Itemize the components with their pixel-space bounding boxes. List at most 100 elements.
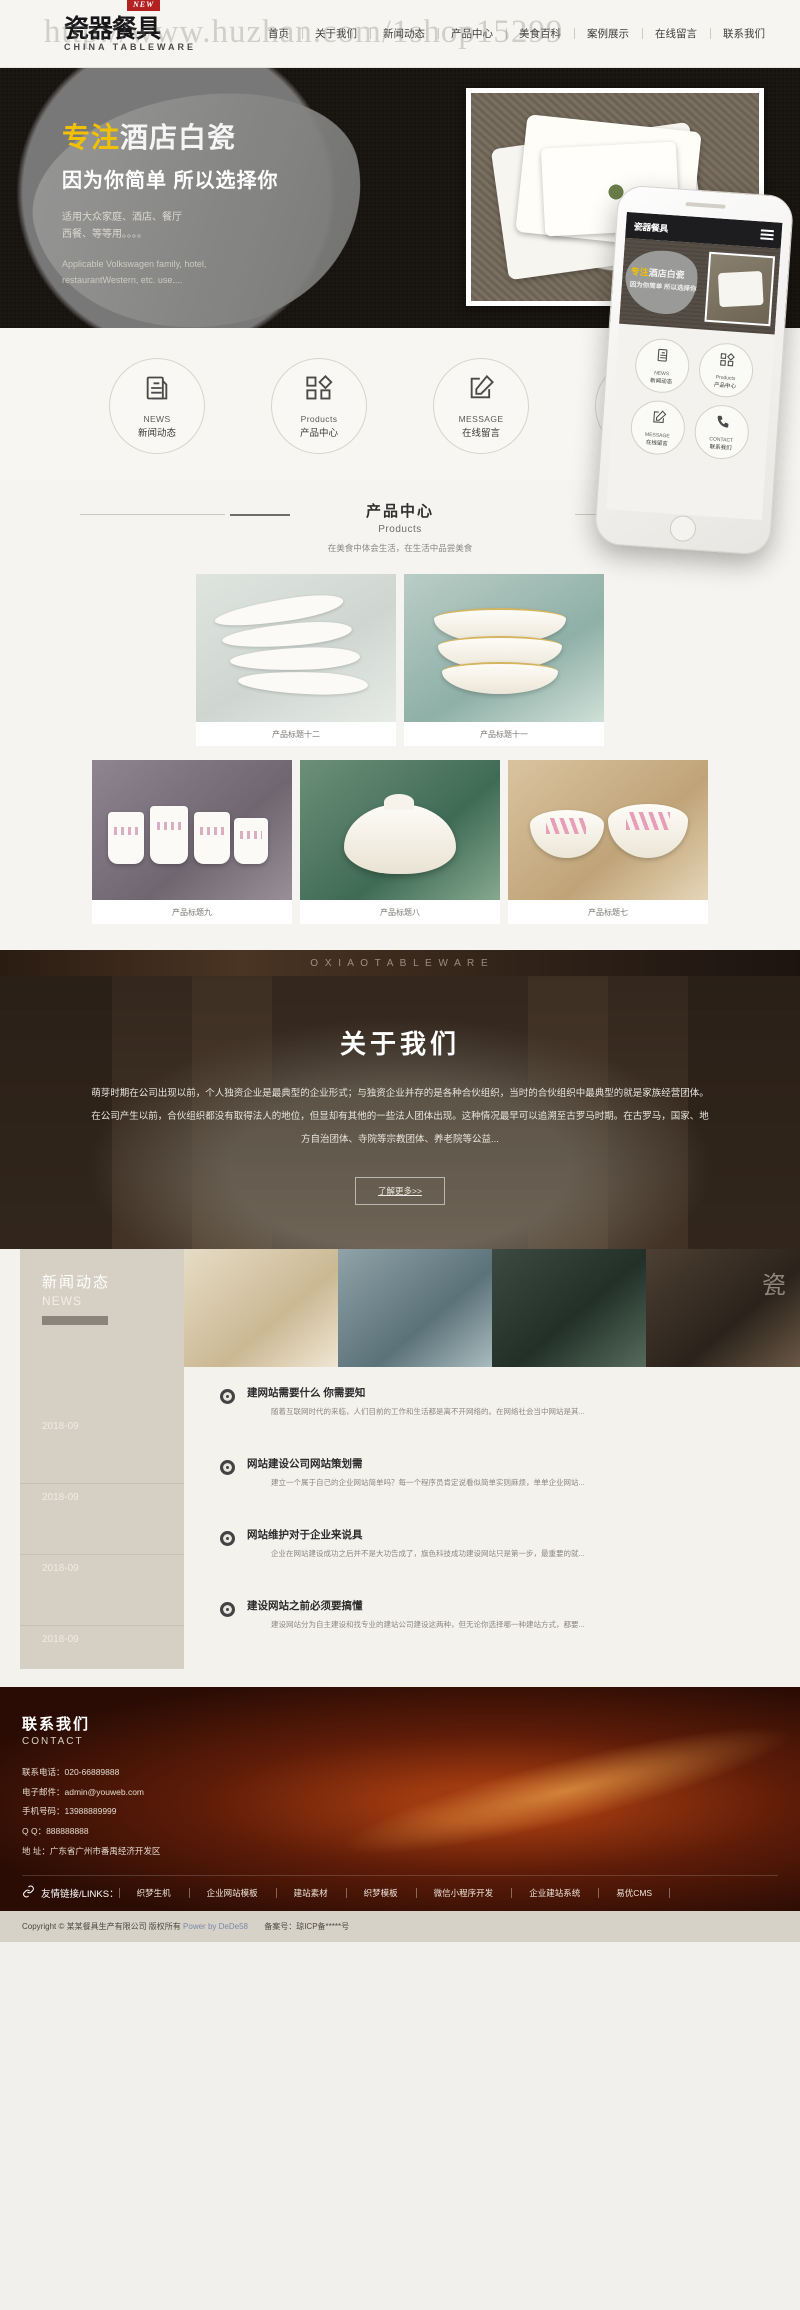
- nav-item-cases[interactable]: 案例展示: [574, 26, 642, 41]
- news-item-desc: 随着互联网时代的来临，人们目前的工作和生活都是离不开网络的。在网络社会当中网站是…: [271, 1407, 585, 1417]
- footer-address: 地 址：广东省广州市番禺经济开发区: [22, 1845, 161, 1856]
- news-item-title: 网站建设公司网站策划需: [247, 1458, 363, 1471]
- footer-contact-list: 联系电话：020-66889888 电子邮件：admin@youweb.com …: [22, 1763, 778, 1861]
- about-section: 关于我们 萌芽时期在公司出现以前，个人独资企业是最典型的企业形式；与独资企业并存…: [0, 976, 800, 1250]
- footer-title-cn: 联系我们: [22, 1716, 91, 1734]
- banner-desc-cn-1: 适用大众家庭、酒店、餐厅: [62, 211, 182, 223]
- banner-title-rest: 酒店白瓷: [120, 122, 237, 153]
- news-photo: [338, 1249, 492, 1368]
- footer-phone: 联系电话：020-66889888: [22, 1767, 120, 1778]
- feature-news[interactable]: NEWS 新闻动态: [109, 358, 205, 454]
- phone-feature-contact[interactable]: CONTACT 联系我们: [692, 403, 751, 461]
- product-card[interactable]: 产品标题八: [300, 760, 500, 924]
- news-item-desc: 建立一个属于自己的企业网站简单吗？每一个程序员肯定说看似简单实则麻烦，单单企业网…: [271, 1478, 585, 1488]
- phone-speaker: [685, 202, 726, 209]
- phone-banner: 专注酒店白瓷 因为你简单 所以选择你: [619, 237, 781, 335]
- phone-feature-circles: NEWS 新闻动态 Products 产品中心 MESSAGE 在线留言 CON…: [609, 324, 774, 475]
- news-item-list: 建网站需要什么 你需要知 随着互联网时代的来临，人们目前的工作和生活都是离不开网…: [184, 1367, 800, 1669]
- friendly-link-6[interactable]: 企业建站系统: [511, 1887, 598, 1899]
- nav-item-products[interactable]: 产品中心: [438, 26, 506, 41]
- nav-item-home[interactable]: 首页: [255, 26, 302, 41]
- cup-shape: [194, 812, 230, 864]
- friendly-link-1[interactable]: 织梦生机: [118, 1887, 189, 1899]
- cup-shape: [234, 818, 268, 864]
- news-item-desc: 企业在网站建设成功之后并不是大功告成了，旗色科技成功建设网站只是第一步，最重要的…: [271, 1549, 585, 1559]
- friendly-links: 友情链接/LINKS： 织梦生机 企业网站模板 建站素材 织梦模板 微信小程序开…: [22, 1875, 778, 1911]
- friendly-link-5[interactable]: 微信小程序开发: [415, 1887, 512, 1899]
- spoon-shape: [229, 645, 361, 673]
- bullet-icon: [220, 1531, 235, 1547]
- product-image: [508, 760, 708, 900]
- floral-pattern: [626, 812, 670, 830]
- products-section: 产品中心 Products 在美食中体会生活，在生活中品尝美食 产品标题十二 产…: [0, 184, 800, 950]
- phone-home-button[interactable]: [669, 514, 697, 543]
- nav-item-news[interactable]: 新闻动态: [370, 26, 438, 41]
- product-image: [196, 574, 396, 722]
- banner-desc-en-2: restaurantWestern, etc. use....: [62, 274, 183, 285]
- product-caption: 产品标题九: [172, 908, 212, 917]
- banner-copy: 专注酒店白瓷 因为你简单 所以选择你 适用大众家庭、酒店、餐厅 西餐、等等用。。…: [62, 122, 279, 288]
- news-item[interactable]: 网站建设公司网站策划需 建立一个属于自己的企业网站简单吗？每一个程序员肯定说看似…: [220, 1456, 782, 1527]
- friendly-link-2[interactable]: 企业网站模板: [188, 1887, 276, 1899]
- news-date-list: 2018-09 2018-09 2018-09 2018-09: [20, 1413, 184, 1698]
- nav-item-message[interactable]: 在线留言: [642, 26, 710, 41]
- feature-products[interactable]: Products 产品中心: [271, 358, 367, 454]
- friendly-link-7[interactable]: 易优CMS: [598, 1887, 670, 1899]
- news-item[interactable]: 建设网站之前必须要搞懂 建设网站分为自主建设和找专业的建站公司建设这两种，但无论…: [220, 1598, 782, 1669]
- banner-title: 专注酒店白瓷: [62, 122, 279, 154]
- spoon-shape: [237, 669, 369, 697]
- cup-shape: [150, 806, 188, 864]
- copyright-text: Copyright © 某某餐具生产有限公司 版权所有: [22, 1922, 181, 1932]
- page-root: NEW 瓷器餐具 CHINA TABLEWARE 首页 关于我们 新闻动态 产品…: [0, 0, 800, 1943]
- product-card[interactable]: 产品标题七: [508, 760, 708, 924]
- news-item-title: 建设网站之前必须要搞懂: [247, 1600, 363, 1613]
- phone-feature-contact-cn: 联系我们: [709, 443, 732, 452]
- product-caption: 产品标题七: [588, 908, 628, 917]
- phone-feature-message[interactable]: MESSAGE 在线留言: [629, 398, 687, 457]
- feature-message[interactable]: MESSAGE 在线留言: [433, 358, 529, 454]
- grid-shapes-icon: [305, 374, 333, 407]
- news-photo: [184, 1249, 338, 1368]
- feature-news-en: NEWS: [143, 413, 171, 424]
- friendly-links-label: 友情链接/LINKS：: [22, 1885, 119, 1901]
- news-title-bar: [42, 1316, 108, 1326]
- product-card[interactable]: 产品标题九: [92, 760, 292, 924]
- news-sidebar: 新闻动态 NEWS 2018-09 2018-09 2018-09 2018-0…: [20, 1249, 184, 1698]
- main-nav: 首页 关于我们 新闻动态 产品中心 美食百科 案例展示 在线留言 联系我们: [229, 26, 786, 41]
- product-image: [300, 760, 500, 900]
- phone-feature-news[interactable]: NEWS 新闻动态: [633, 336, 692, 395]
- about-paragraph-3: 方自治团体、寺院等宗教团体、养老院等公益...: [301, 1133, 499, 1145]
- news-title-en: NEWS: [42, 1294, 82, 1309]
- product-card[interactable]: 产品标题十一: [404, 574, 604, 746]
- nav-item-about[interactable]: 关于我们: [302, 26, 370, 41]
- footer-mobile: 手机号码：13988889999: [22, 1806, 117, 1817]
- news-item-title: 建网站需要什么 你需要知: [247, 1387, 366, 1400]
- logo[interactable]: NEW 瓷器餐具 CHINA TABLEWARE: [14, 0, 229, 52]
- phone-icon: [714, 413, 730, 434]
- document-icon: [655, 347, 671, 368]
- news-item[interactable]: 网站维护对于企业来说具 企业在网站建设成功之后并不是大功告成了，旗色科技成功建设…: [220, 1527, 782, 1598]
- power-by-link[interactable]: Power by DeDe58: [183, 1922, 248, 1931]
- phone-banner-photo: [704, 251, 776, 327]
- hamburger-menu-icon[interactable]: [760, 227, 774, 242]
- phone-feature-products[interactable]: Products 产品中心: [697, 341, 755, 400]
- product-card[interactable]: 产品标题十二: [196, 574, 396, 746]
- friendly-link-4[interactable]: 织梦模板: [345, 1887, 416, 1899]
- footer-qq: Q Q：888888888: [22, 1826, 89, 1837]
- nav-item-food-wiki[interactable]: 美食百科: [506, 26, 574, 41]
- banner-desc-cn: 适用大众家庭、酒店、餐厅 西餐、等等用。。。。: [62, 209, 279, 244]
- feature-products-cn: 产品中心: [299, 427, 338, 439]
- news-photo-strip: [184, 1249, 800, 1368]
- banner-desc-en: Applicable Volkswagen family, hotel, res…: [62, 256, 279, 288]
- friendly-link-3[interactable]: 建站素材: [275, 1887, 346, 1899]
- nav-item-contact[interactable]: 联系我们: [710, 26, 778, 41]
- grid-shapes-icon: [718, 351, 735, 372]
- phone-feature-message-cn: 在线留言: [645, 439, 668, 447]
- tureen-shape: [344, 804, 456, 874]
- news-item[interactable]: 建网站需要什么 你需要知 随着互联网时代的来临，人们目前的工作和生活都是离不开网…: [220, 1385, 782, 1456]
- rule-left-accent: [230, 514, 290, 516]
- product-caption: 产品标题八: [380, 908, 420, 917]
- news-date: 2018-09: [20, 1555, 184, 1627]
- about-more-button[interactable]: 了解更多>>: [355, 1177, 445, 1206]
- banner-desc-cn-2: 西餐、等等用。。。。: [62, 229, 147, 241]
